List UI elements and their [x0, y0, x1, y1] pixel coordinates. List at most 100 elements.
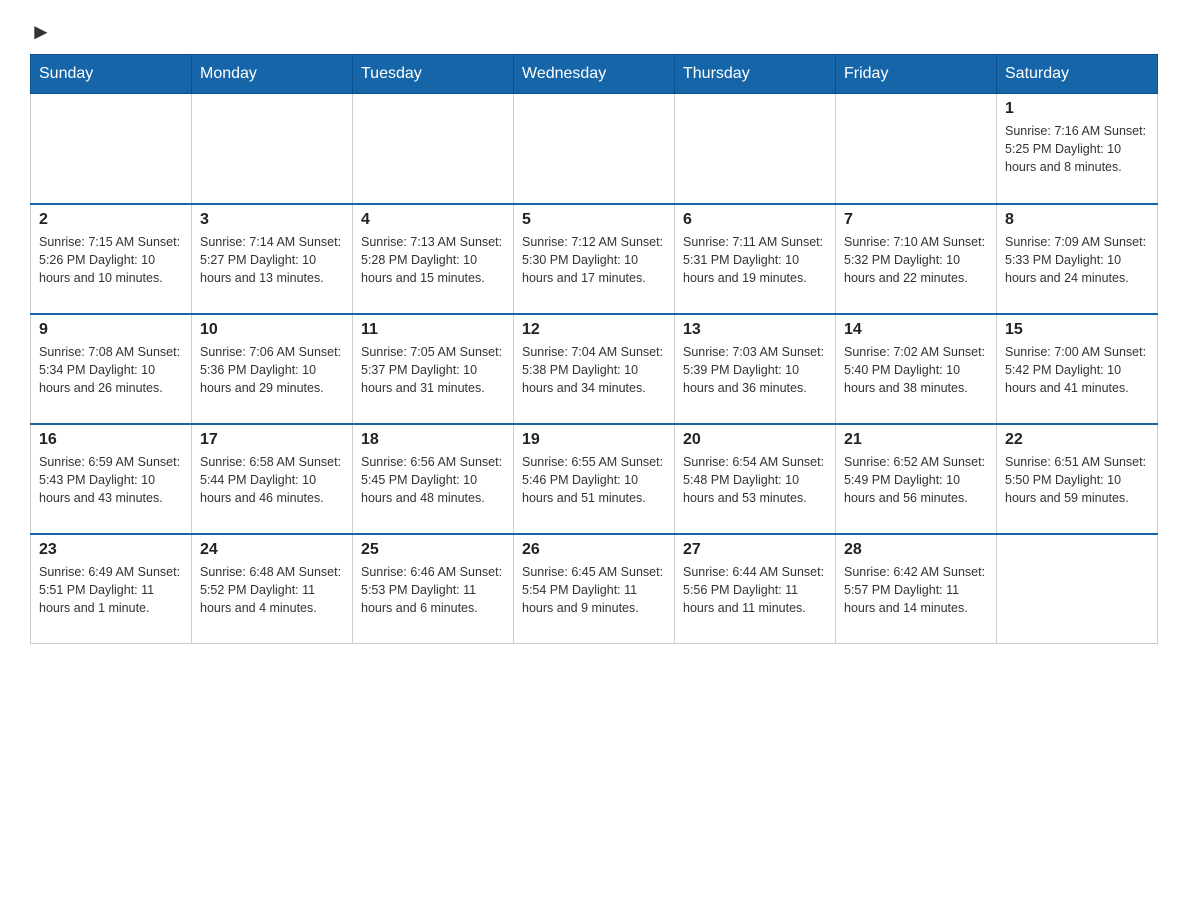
- day-info: Sunrise: 6:58 AM Sunset: 5:44 PM Dayligh…: [200, 453, 344, 507]
- calendar-cell: 21 Sunrise: 6:52 AM Sunset: 5:49 PM Dayli…: [836, 424, 997, 534]
- calendar-cell: [192, 94, 353, 204]
- calendar-cell: 13 Sunrise: 7:03 AM Sunset: 5:39 PM Dayli…: [675, 314, 836, 424]
- calendar-cell: 10 Sunrise: 7:06 AM Sunset: 5:36 PM Dayli…: [192, 314, 353, 424]
- calendar-table: SundayMondayTuesdayWednesdayThursdayFrid…: [30, 54, 1158, 644]
- calendar-cell: 7Sunrise: 7:10 AM Sunset: 5:32 PM Daylig…: [836, 204, 997, 314]
- page-header: ►: [30, 20, 1158, 44]
- day-number: 14: [844, 321, 988, 339]
- calendar-cell: 19Sunrise: 6:55 AM Sunset: 5:46 PM Dayli…: [514, 424, 675, 534]
- calendar-cell: 4 Sunrise: 7:13 AM Sunset: 5:28 PM Daylig…: [353, 204, 514, 314]
- calendar-cell: 5 Sunrise: 7:12 AM Sunset: 5:30 PM Daylig…: [514, 204, 675, 314]
- calendar-cell: 8 Sunrise: 7:09 AM Sunset: 5:33 PM Daylig…: [997, 204, 1158, 314]
- calendar-cell: [675, 94, 836, 204]
- day-number: 7: [844, 211, 988, 229]
- calendar-cell: [514, 94, 675, 204]
- day-info: Sunrise: 7:12 AM Sunset: 5:30 PM Dayligh…: [522, 233, 666, 287]
- day-info: Sunrise: 7:02 AM Sunset: 5:40 PM Dayligh…: [844, 343, 988, 397]
- calendar-cell: 11 Sunrise: 7:05 AM Sunset: 5:37 PM Dayli…: [353, 314, 514, 424]
- day-info: Sunrise: 7:16 AM Sunset: 5:25 PM Dayligh…: [1005, 122, 1149, 176]
- day-number: 16: [39, 431, 183, 449]
- calendar-cell: [353, 94, 514, 204]
- day-info: Sunrise: 7:09 AM Sunset: 5:33 PM Dayligh…: [1005, 233, 1149, 287]
- day-number: 6: [683, 211, 827, 229]
- weekday-header-wednesday: Wednesday: [514, 55, 675, 94]
- calendar-cell: 9 Sunrise: 7:08 AM Sunset: 5:34 PM Daylig…: [31, 314, 192, 424]
- day-info: Sunrise: 6:42 AM Sunset: 5:57 PM Dayligh…: [844, 563, 988, 617]
- weekday-header-tuesday: Tuesday: [353, 55, 514, 94]
- calendar-cell: 6 Sunrise: 7:11 AM Sunset: 5:31 PM Daylig…: [675, 204, 836, 314]
- calendar-cell: 22 Sunrise: 6:51 AM Sunset: 5:50 PM Dayli…: [997, 424, 1158, 534]
- calendar-cell: 26 Sunrise: 6:45 AM Sunset: 5:54 PM Dayli…: [514, 534, 675, 644]
- calendar-week-row: 9 Sunrise: 7:08 AM Sunset: 5:34 PM Daylig…: [31, 314, 1158, 424]
- day-number: 25: [361, 541, 505, 559]
- day-number: 15: [1005, 321, 1149, 339]
- day-info: Sunrise: 6:54 AM Sunset: 5:48 PM Dayligh…: [683, 453, 827, 507]
- day-number: 24: [200, 541, 344, 559]
- day-info: Sunrise: 6:46 AM Sunset: 5:53 PM Dayligh…: [361, 563, 505, 617]
- calendar-cell: [997, 534, 1158, 644]
- calendar-cell: 15 Sunrise: 7:00 AM Sunset: 5:42 PM Dayli…: [997, 314, 1158, 424]
- day-info: Sunrise: 7:14 AM Sunset: 5:27 PM Dayligh…: [200, 233, 344, 287]
- day-info: Sunrise: 7:05 AM Sunset: 5:37 PM Dayligh…: [361, 343, 505, 397]
- day-number: 8: [1005, 211, 1149, 229]
- logo-top-line: ►: [30, 20, 52, 44]
- weekday-header-friday: Friday: [836, 55, 997, 94]
- calendar-cell: 1 Sunrise: 7:16 AM Sunset: 5:25 PM Daylig…: [997, 94, 1158, 204]
- day-number: 28: [844, 541, 988, 559]
- day-number: 2: [39, 211, 183, 229]
- day-info: Sunrise: 6:56 AM Sunset: 5:45 PM Dayligh…: [361, 453, 505, 507]
- day-info: Sunrise: 7:04 AM Sunset: 5:38 PM Dayligh…: [522, 343, 666, 397]
- day-info: Sunrise: 6:45 AM Sunset: 5:54 PM Dayligh…: [522, 563, 666, 617]
- day-number: 10: [200, 321, 344, 339]
- calendar-cell: 24 Sunrise: 6:48 AM Sunset: 5:52 PM Dayli…: [192, 534, 353, 644]
- day-info: Sunrise: 7:03 AM Sunset: 5:39 PM Dayligh…: [683, 343, 827, 397]
- calendar-week-row: 2 Sunrise: 7:15 AM Sunset: 5:26 PM Daylig…: [31, 204, 1158, 314]
- day-info: Sunrise: 6:48 AM Sunset: 5:52 PM Dayligh…: [200, 563, 344, 617]
- calendar-cell: [31, 94, 192, 204]
- day-number: 23: [39, 541, 183, 559]
- day-info: Sunrise: 7:11 AM Sunset: 5:31 PM Dayligh…: [683, 233, 827, 287]
- day-info: Sunrise: 7:06 AM Sunset: 5:36 PM Dayligh…: [200, 343, 344, 397]
- weekday-header-thursday: Thursday: [675, 55, 836, 94]
- day-info: Sunrise: 6:51 AM Sunset: 5:50 PM Dayligh…: [1005, 453, 1149, 507]
- day-number: 11: [361, 321, 505, 339]
- calendar-cell: 17 Sunrise: 6:58 AM Sunset: 5:44 PM Dayli…: [192, 424, 353, 534]
- day-number: 5: [522, 211, 666, 229]
- day-number: 21: [844, 431, 988, 449]
- calendar-week-row: 16Sunrise: 6:59 AM Sunset: 5:43 PM Dayli…: [31, 424, 1158, 534]
- day-info: Sunrise: 6:44 AM Sunset: 5:56 PM Dayligh…: [683, 563, 827, 617]
- calendar-cell: 20 Sunrise: 6:54 AM Sunset: 5:48 PM Dayli…: [675, 424, 836, 534]
- day-number: 17: [200, 431, 344, 449]
- calendar-cell: 27Sunrise: 6:44 AM Sunset: 5:56 PM Dayli…: [675, 534, 836, 644]
- calendar-cell: [836, 94, 997, 204]
- day-number: 18: [361, 431, 505, 449]
- day-number: 4: [361, 211, 505, 229]
- calendar-cell: 12 Sunrise: 7:04 AM Sunset: 5:38 PM Dayli…: [514, 314, 675, 424]
- calendar-cell: 25 Sunrise: 6:46 AM Sunset: 5:53 PM Dayli…: [353, 534, 514, 644]
- calendar-cell: 16Sunrise: 6:59 AM Sunset: 5:43 PM Dayli…: [31, 424, 192, 534]
- day-info: Sunrise: 7:15 AM Sunset: 5:26 PM Dayligh…: [39, 233, 183, 287]
- weekday-header-sunday: Sunday: [31, 55, 192, 94]
- calendar-cell: 28 Sunrise: 6:42 AM Sunset: 5:57 PM Dayli…: [836, 534, 997, 644]
- calendar-cell: 23 Sunrise: 6:49 AM Sunset: 5:51 PM Dayli…: [31, 534, 192, 644]
- day-number: 26: [522, 541, 666, 559]
- day-info: Sunrise: 6:52 AM Sunset: 5:49 PM Dayligh…: [844, 453, 988, 507]
- day-number: 1: [1005, 100, 1149, 118]
- calendar-week-row: 1 Sunrise: 7:16 AM Sunset: 5:25 PM Daylig…: [31, 94, 1158, 204]
- weekday-header-saturday: Saturday: [997, 55, 1158, 94]
- calendar-cell: 14 Sunrise: 7:02 AM Sunset: 5:40 PM Dayli…: [836, 314, 997, 424]
- day-info: Sunrise: 7:00 AM Sunset: 5:42 PM Dayligh…: [1005, 343, 1149, 397]
- day-info: Sunrise: 7:08 AM Sunset: 5:34 PM Dayligh…: [39, 343, 183, 397]
- day-number: 9: [39, 321, 183, 339]
- day-info: Sunrise: 6:49 AM Sunset: 5:51 PM Dayligh…: [39, 563, 183, 617]
- day-number: 20: [683, 431, 827, 449]
- calendar-cell: 3Sunrise: 7:14 AM Sunset: 5:27 PM Daylig…: [192, 204, 353, 314]
- day-number: 13: [683, 321, 827, 339]
- day-number: 22: [1005, 431, 1149, 449]
- calendar-week-row: 23 Sunrise: 6:49 AM Sunset: 5:51 PM Dayli…: [31, 534, 1158, 644]
- day-info: Sunrise: 7:13 AM Sunset: 5:28 PM Dayligh…: [361, 233, 505, 287]
- calendar-cell: 2 Sunrise: 7:15 AM Sunset: 5:26 PM Daylig…: [31, 204, 192, 314]
- logo: ►: [30, 20, 52, 44]
- day-number: 12: [522, 321, 666, 339]
- day-info: Sunrise: 6:55 AM Sunset: 5:46 PM Dayligh…: [522, 453, 666, 507]
